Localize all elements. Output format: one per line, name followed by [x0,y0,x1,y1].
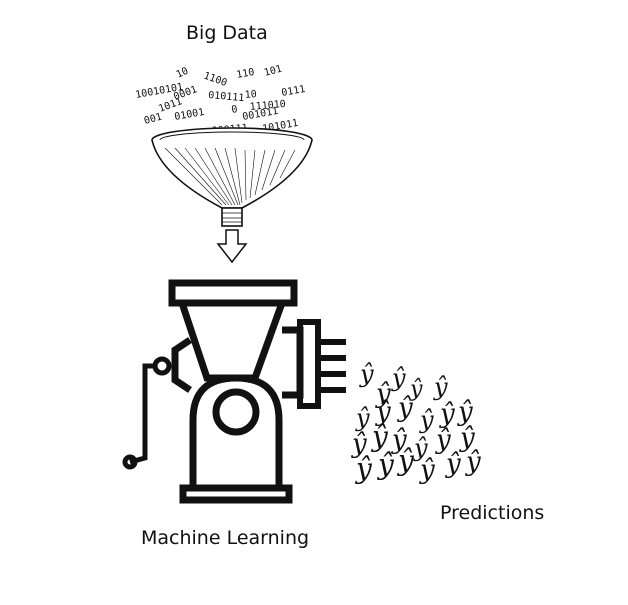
predictions-cluster: ŷŷŷ ŷ ŷŷ ŷ ŷ ŷ ŷ ŷŷ ŷ ŷ ŷ ŷ ŷŷ ŷ ŷ ŷ ŷ ŷ [351,360,481,485]
prediction-yhat: ŷ [397,393,413,423]
binary-string: 101 [263,64,283,79]
prediction-yhat: ŷ [376,448,395,481]
down-arrow-icon [216,229,248,264]
binary-string: 0 [231,104,239,116]
prediction-yhat: ŷ [419,455,435,485]
prediction-yhat: ŷ [355,404,370,432]
binary-string: 001 [143,112,163,127]
big-data-label: Big Data [186,22,268,44]
binary-string: 10 [244,89,257,101]
binary-string: 010111 [208,90,245,104]
grinder-machine-icon [122,279,346,504]
prediction-yhat: ŷ [419,406,434,434]
prediction-yhat: ŷ [396,444,415,477]
binary-stream: 10 1100 110 101100101010001 010111 10 01111011… [135,64,307,137]
binary-string: 10 [175,66,191,81]
funnel-icon [151,127,313,227]
binary-string: 110 [236,67,256,81]
binary-string: 001011 [242,106,279,123]
prediction-yhat: ŷ [354,452,373,485]
prediction-yhat: ŷ [391,364,406,392]
prediction-yhat: ŷ [445,449,461,479]
machine-learning-label: Machine Learning [141,527,310,549]
binary-string: 0111 [281,84,307,99]
predictions-label: Predictions [440,502,545,524]
prediction-yhat: ŷ [465,447,481,477]
binary-string: 1100 [202,70,228,89]
prediction-yhat: ŷ [433,373,448,401]
binary-string: 01001 [174,107,206,123]
prediction-yhat: ŷ [359,360,374,388]
